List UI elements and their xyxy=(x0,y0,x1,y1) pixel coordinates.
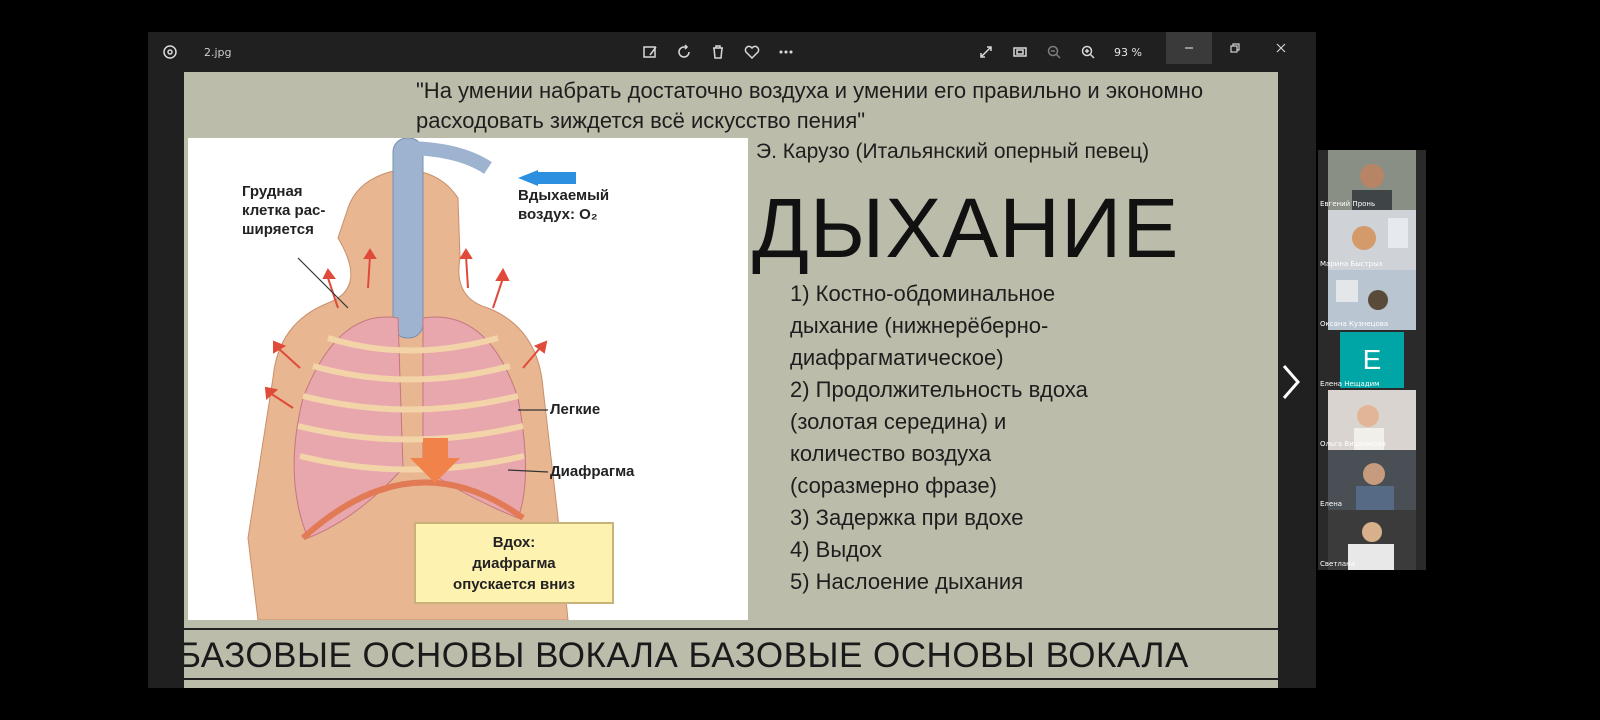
edit-image-icon[interactable] xyxy=(636,32,664,72)
participant-name: Елена Нещадим xyxy=(1320,380,1380,388)
participant-name: Светлана xyxy=(1320,560,1356,568)
chest-label: Грудная клетка рас- ширяется xyxy=(242,183,326,238)
close-button[interactable] xyxy=(1258,32,1304,64)
restore-button[interactable] xyxy=(1212,32,1258,64)
participant-tile[interactable]: Евгений Пронь xyxy=(1318,150,1426,210)
participant-name: Марина Быстрых xyxy=(1320,260,1383,268)
zoom-level[interactable]: 93 % xyxy=(1110,32,1146,72)
inhale-callout: Вдох: диафрагма опускается вниз xyxy=(414,522,614,604)
favorite-icon[interactable] xyxy=(738,32,766,72)
slide-heading: ДЫХАНИЕ xyxy=(752,181,1180,275)
lungs-label: Легкие xyxy=(550,401,601,418)
participant-tile[interactable]: E Елена Нещадим xyxy=(1318,330,1426,390)
footer-rule-top xyxy=(184,628,1278,630)
air-label: Вдыхаемый воздух: O₂ xyxy=(518,187,610,223)
diaphragm-label: Диафрагма xyxy=(550,463,635,480)
chevron-right-icon xyxy=(1282,365,1300,399)
participant-tile[interactable]: Елена xyxy=(1318,450,1426,510)
participant-name: Евгений Пронь xyxy=(1320,200,1376,208)
respiratory-illustration: Грудная клетка рас- ширяется Вдыхаемый в… xyxy=(188,138,748,620)
footer-rule-bottom xyxy=(184,678,1278,680)
list-item: 4) Выдох xyxy=(790,537,882,562)
participant-tile[interactable]: Светлана xyxy=(1318,510,1426,570)
participants-panel: Евгений Пронь Марина Быстрых Оксана Кузн… xyxy=(1318,150,1426,570)
participant-tile[interactable]: Ольга Вишнякова xyxy=(1318,390,1426,450)
photos-app-icon xyxy=(156,32,184,72)
fullscreen-icon[interactable] xyxy=(972,32,1000,72)
file-name: 2.jpg xyxy=(204,45,232,59)
participant-tile[interactable]: Марина Быстрых xyxy=(1318,210,1426,270)
list-item: 2) Продолжительность вдоха (золотая сере… xyxy=(790,377,1088,498)
fit-icon[interactable] xyxy=(1006,32,1034,72)
footer-band: БАЗОВЫЕ ОСНОВЫ ВОКАЛА БАЗОВЫЕ ОСНОВЫ ВОК… xyxy=(184,636,1189,675)
participant-name: Елена xyxy=(1320,500,1343,508)
list-item: 3) Задержка при вдохе xyxy=(790,505,1024,530)
rotate-icon[interactable] xyxy=(670,32,698,72)
delete-icon[interactable] xyxy=(704,32,732,72)
list-item: 1) Костно-обдоминальное дыхание (нижнерё… xyxy=(790,281,1056,370)
quote-author: Э. Карузо (Итальянский оперный певец) xyxy=(756,140,1150,163)
more-icon[interactable] xyxy=(772,32,800,72)
slide-quote: "На умении набрать достаточно воздуха и … xyxy=(416,78,1204,133)
breathing-points-list: 1) Костно-обдоминальное дыхание (нижнерё… xyxy=(790,278,1088,598)
zoom-out-icon[interactable] xyxy=(1040,32,1068,72)
minimize-button[interactable] xyxy=(1166,32,1212,64)
participant-tile[interactable]: Оксана Кузнецова xyxy=(1318,270,1426,330)
participant-name: Оксана Кузнецова xyxy=(1320,320,1389,328)
list-item: 5) Наслоение дыхания xyxy=(790,569,1024,594)
next-image-button[interactable] xyxy=(1276,360,1306,404)
zoom-in-icon[interactable] xyxy=(1074,32,1102,72)
participant-name: Ольга Вишнякова xyxy=(1320,440,1386,448)
title-bar: 2.jpg 93 % xyxy=(148,32,1316,72)
slide-image: "На умении набрать достаточно воздуха и … xyxy=(184,72,1278,688)
